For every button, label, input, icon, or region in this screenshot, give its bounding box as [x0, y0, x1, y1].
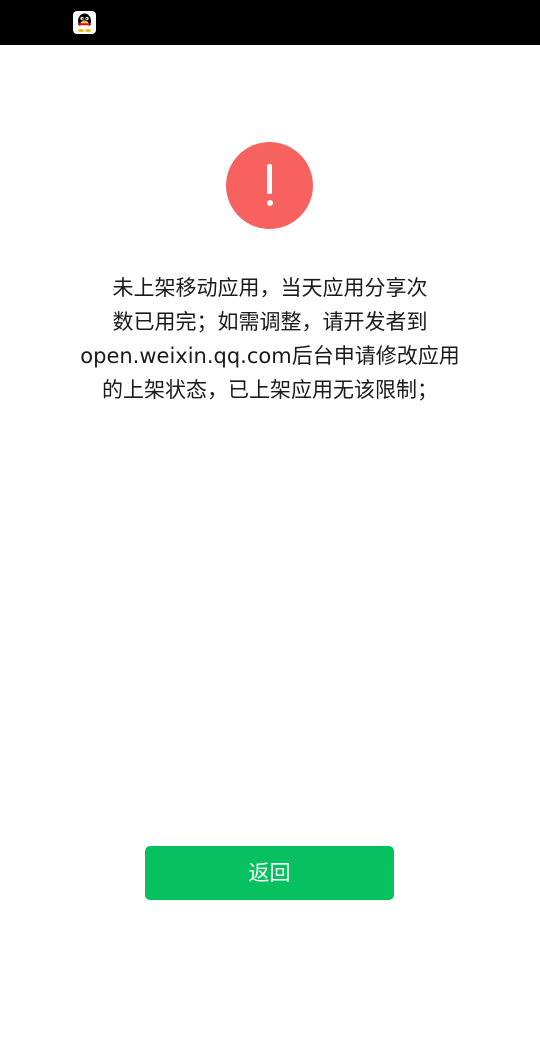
- alert-message-line: 数已用完；如需调整，请开发者到: [112, 310, 428, 334]
- alert-message-line: open.weixin.qq.com后台申请修改应用: [80, 344, 460, 368]
- exclamation-dot: [266, 200, 273, 206]
- alert-message-line: 的上架状态，已上架应用无该限制；: [102, 378, 438, 402]
- page-content: 未上架移动应用，当天应用分享次 数已用完；如需调整，请开发者到 open.wei…: [0, 45, 540, 1051]
- qq-penguin-icon: [73, 11, 96, 34]
- warning-exclamation-icon: [226, 142, 313, 229]
- alert-message: 未上架移动应用，当天应用分享次 数已用完；如需调整，请开发者到 open.wei…: [60, 271, 480, 407]
- alert-message-line: 未上架移动应用，当天应用分享次: [112, 276, 428, 300]
- exclamation-bar: [267, 164, 272, 194]
- back-button[interactable]: 返回: [145, 846, 394, 900]
- status-bar: [0, 0, 540, 45]
